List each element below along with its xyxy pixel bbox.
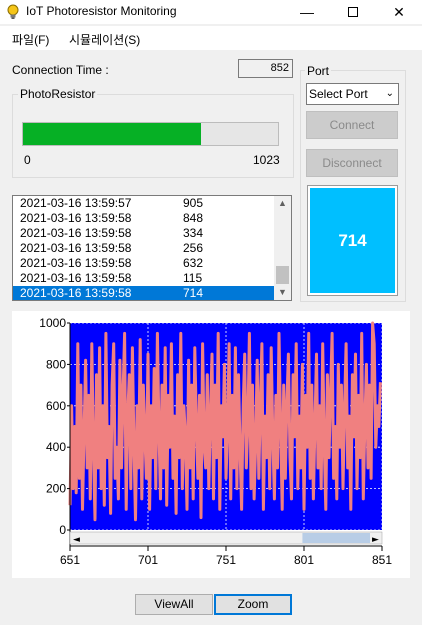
scroll-right-icon: ► xyxy=(372,535,379,545)
list-item-time: 2021-03-16 13:59:58 xyxy=(20,286,132,300)
x-tick-label: 701 xyxy=(138,553,158,567)
maximize-button[interactable] xyxy=(330,0,376,24)
list-item-value: 115 xyxy=(183,271,203,285)
list-item[interactable]: 2021-03-16 13:59:58 632 xyxy=(13,256,275,271)
list-item[interactable]: 2021-03-16 13:59:58 848 xyxy=(13,211,275,226)
view-all-button[interactable]: ViewAll xyxy=(135,594,213,615)
list-item-value: 256 xyxy=(183,241,204,255)
list-item-time: 2021-03-16 13:59:58 xyxy=(20,226,132,240)
port-select[interactable]: Select Port ⌄ xyxy=(306,83,399,105)
lightbulb-icon xyxy=(7,4,19,19)
x-tick-label: 801 xyxy=(294,553,314,567)
list-scrollbar[interactable]: ▲ ▼ xyxy=(274,196,291,300)
photoresistor-progress-bar xyxy=(22,122,279,146)
sensor-line-chart: 0 200 400 600 800 1000 ◄ ► 651 701 751 801 851 xyxy=(39,316,392,567)
port-group-title: Port xyxy=(305,64,332,78)
chart-scrollbar-thumb xyxy=(302,533,370,543)
connection-time-label: Connection Time : xyxy=(12,63,109,77)
list-item-time: 2021-03-16 13:59:57 xyxy=(20,196,132,210)
list-item-value: 905 xyxy=(183,196,204,210)
list-item-value: 632 xyxy=(183,256,204,270)
minimize-button[interactable]: — xyxy=(284,0,330,24)
chart-panel: 0 200 400 600 800 1000 ◄ ► 651 701 751 801 851 xyxy=(12,311,410,578)
maximize-icon xyxy=(348,7,358,17)
list-item-time: 2021-03-16 13:59:58 xyxy=(20,211,132,225)
y-tick-label: 800 xyxy=(46,357,66,371)
title-bar: IoT Photoresistor Monitoring — ✕ xyxy=(0,0,422,24)
list-item-value: 334 xyxy=(183,226,204,240)
list-item[interactable]: 2021-03-16 13:59:58 334 xyxy=(13,226,275,241)
y-tick-label: 200 xyxy=(46,482,66,496)
list-item[interactable]: 2021-03-16 13:59:58 256 xyxy=(13,241,275,256)
minimize-icon: — xyxy=(300,4,314,20)
y-tick-label: 400 xyxy=(46,440,66,454)
x-tick-label: 751 xyxy=(216,553,236,567)
list-item-value: 848 xyxy=(183,211,204,225)
menu-bar: 파일(F) 시뮬레이션(S) xyxy=(0,26,422,50)
list-item[interactable]: 2021-03-16 13:59:58 115 xyxy=(13,271,275,286)
list-item-time: 2021-03-16 13:59:58 xyxy=(20,241,132,255)
list-item-value: 714 xyxy=(183,286,204,300)
x-tick-label: 851 xyxy=(372,553,392,567)
y-tick-label: 600 xyxy=(46,399,66,413)
current-value: 714 xyxy=(310,188,395,293)
scroll-up-icon[interactable]: ▲ xyxy=(274,196,291,211)
port-select-value: Select Port xyxy=(309,87,368,101)
scroll-left-icon: ◄ xyxy=(73,535,80,545)
list-item-selected[interactable]: 2021-03-16 13:59:58 714 xyxy=(13,286,275,300)
connection-time-field: 852 xyxy=(238,59,293,78)
list-item[interactable]: 2021-03-16 13:59:57 905 xyxy=(13,196,275,211)
chevron-down-icon: ⌄ xyxy=(385,88,394,99)
scroll-down-icon[interactable]: ▼ xyxy=(274,285,291,300)
list-item-time: 2021-03-16 13:59:58 xyxy=(20,271,132,285)
y-tick-label: 0 xyxy=(59,523,66,537)
close-button[interactable]: ✕ xyxy=(376,0,422,24)
zoom-button[interactable]: Zoom xyxy=(214,594,292,615)
y-tick-label: 1000 xyxy=(39,316,66,330)
readings-list[interactable]: 2021-03-16 13:59:57 905 2021-03-16 13:59… xyxy=(12,195,292,301)
menu-simulation[interactable]: 시뮬레이션(S) xyxy=(69,31,140,48)
scroll-thumb[interactable] xyxy=(276,266,289,284)
menu-file[interactable]: 파일(F) xyxy=(12,31,49,48)
connect-button[interactable]: Connect xyxy=(306,111,398,139)
window-title: IoT Photoresistor Monitoring xyxy=(26,4,177,18)
close-icon: ✕ xyxy=(393,3,405,20)
progress-max-label: 1023 xyxy=(253,153,280,167)
photoresistor-group-title: PhotoResistor xyxy=(18,87,98,101)
progress-min-label: 0 xyxy=(24,153,31,167)
x-tick-label: 651 xyxy=(60,553,80,567)
disconnect-button[interactable]: Disconnect xyxy=(306,149,398,177)
list-item-time: 2021-03-16 13:59:58 xyxy=(20,256,132,270)
current-value-panel: 714 xyxy=(307,185,398,296)
progress-fill xyxy=(23,123,201,145)
